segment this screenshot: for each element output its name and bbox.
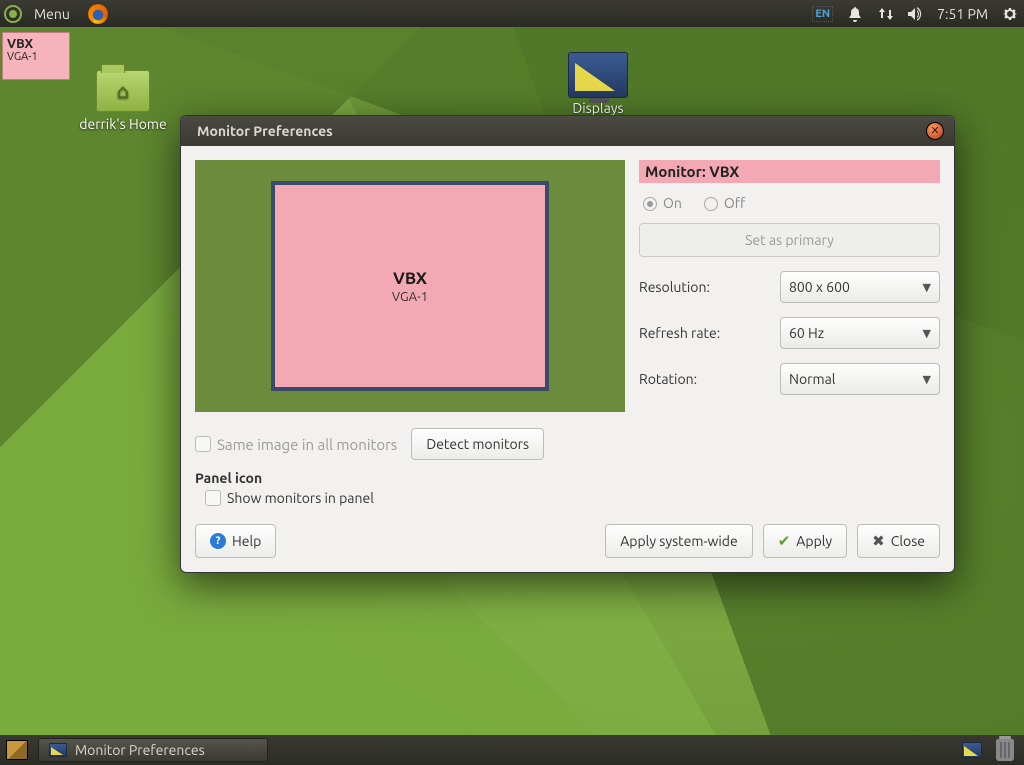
help-button[interactable]: ? Help (195, 524, 276, 558)
displays-app-icon (49, 743, 67, 757)
taskbar-window-button[interactable]: Monitor Preferences (38, 738, 268, 762)
refresh-rate-value: 60 Hz (789, 325, 824, 341)
detect-monitors-button[interactable]: Detect monitors (411, 428, 544, 460)
desktop-icon-displays[interactable]: Displays (553, 52, 643, 116)
rotation-label: Rotation: (639, 371, 780, 387)
monitor-off-radio[interactable]: Off (704, 195, 746, 211)
notifications-icon[interactable] (847, 6, 863, 22)
trash-icon[interactable] (996, 739, 1014, 761)
resolution-label: Resolution: (639, 279, 780, 295)
tray-displays-icon[interactable] (962, 742, 982, 758)
show-desktop-button[interactable] (6, 740, 28, 760)
close-button[interactable]: ✖ Close (857, 524, 940, 558)
show-monitors-label: Show monitors in panel (227, 490, 374, 506)
refresh-rate-combo[interactable]: 60 Hz ▼ (780, 317, 940, 349)
show-monitors-in-panel-checkbox[interactable]: Show monitors in panel (195, 490, 940, 506)
taskbar-window-title: Monitor Preferences (75, 742, 205, 758)
chevron-down-icon: ▼ (923, 327, 931, 340)
close-icon: ✖ (872, 532, 885, 550)
overlay-monitor-name: VBX (7, 37, 65, 51)
resolution-combo[interactable]: 800 x 600 ▼ (780, 271, 940, 303)
panel-icon-section-title: Panel icon (195, 470, 940, 486)
window-titlebar[interactable]: Monitor Preferences ✕ (181, 116, 954, 146)
set-as-primary-button[interactable]: Set as primary (639, 223, 940, 257)
displays-app-icon (568, 52, 628, 98)
monitor-layout-preview[interactable]: VBX VGA-1 (195, 160, 625, 412)
help-icon: ? (210, 533, 226, 549)
check-icon: ✔ (778, 532, 791, 550)
window-close-button[interactable]: ✕ (926, 122, 944, 140)
firefox-launcher-icon[interactable] (88, 4, 108, 24)
preview-monitor[interactable]: VBX VGA-1 (271, 181, 549, 391)
preview-monitor-port: VGA-1 (392, 290, 428, 304)
clock[interactable]: 7:51 PM (937, 6, 988, 22)
overlay-monitor-port: VGA-1 (7, 51, 65, 63)
volume-icon[interactable] (907, 6, 923, 22)
resolution-value: 800 x 600 (789, 279, 850, 295)
desktop-icon-home[interactable]: ⌂ derrik's Home (78, 70, 168, 132)
chevron-down-icon: ▼ (923, 281, 931, 294)
same-image-label: Same image in all monitors (217, 436, 397, 453)
apply-system-wide-button[interactable]: Apply system-wide (605, 524, 753, 558)
top-panel: Menu EN 7:51 PM (0, 0, 1024, 27)
rotation-combo[interactable]: Normal ▼ (780, 363, 940, 395)
window-title: Monitor Preferences (197, 123, 333, 139)
preview-monitor-name: VBX (393, 269, 427, 288)
rotation-value: Normal (789, 371, 835, 387)
desktop-icon-label: derrik's Home (78, 116, 168, 132)
keyboard-language-indicator[interactable]: EN (812, 6, 833, 22)
distro-logo-icon[interactable] (4, 5, 22, 23)
settings-gear-icon[interactable] (1002, 6, 1018, 22)
monitor-preferences-window: Monitor Preferences ✕ VBX VGA-1 Monitor:… (180, 115, 955, 573)
selected-monitor-header: Monitor: VBX (639, 160, 940, 183)
same-image-checkbox: Same image in all monitors (195, 436, 397, 453)
menu-button[interactable]: Menu (34, 6, 70, 22)
apply-button[interactable]: ✔ Apply (763, 524, 847, 558)
chevron-down-icon: ▼ (923, 373, 931, 386)
close-icon: ✕ (930, 126, 939, 137)
home-folder-icon: ⌂ (96, 70, 150, 112)
monitor-on-radio[interactable]: On (643, 195, 682, 211)
monitor-identifier-overlay: VBX VGA-1 (2, 32, 70, 80)
refresh-rate-label: Refresh rate: (639, 325, 780, 341)
bottom-panel: Monitor Preferences (0, 735, 1024, 765)
network-updown-icon[interactable] (877, 6, 893, 22)
